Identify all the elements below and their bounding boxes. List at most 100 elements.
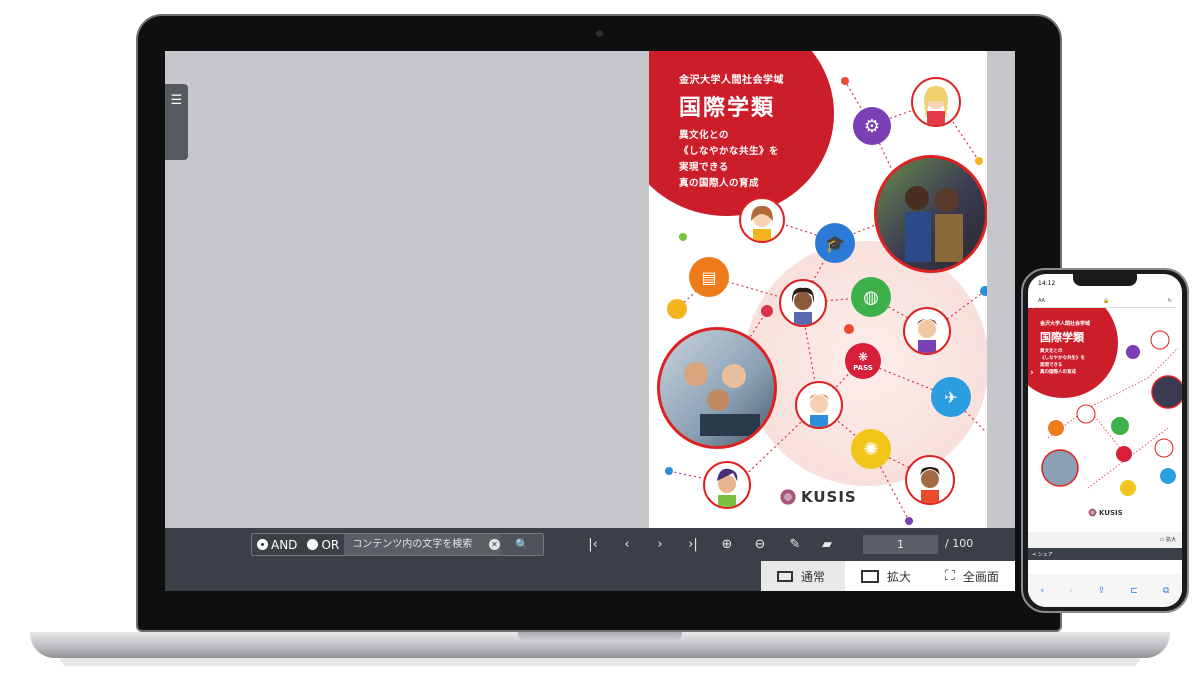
zoom-out-button[interactable]: ⊖ (750, 535, 770, 555)
brochure-page[interactable]: 金沢大学人間社会学域 国際学類 異文化との 《しなやかな共生》を 実現できる 真… (649, 51, 987, 528)
kusis-emblem-icon (779, 488, 797, 506)
pen-button[interactable]: ✎ (785, 535, 805, 555)
and-label: AND (271, 537, 298, 552)
lightbulb-icon: ✺ (851, 429, 891, 469)
avatar-man-curly (905, 455, 955, 505)
ebook-viewer: ☰ 金沢大学人間社会学域 国際学類 異文化との 《しなやかな共生》を 実現できる… (165, 51, 1015, 591)
bookmarks-icon[interactable]: ⊏ (1130, 586, 1138, 596)
prev-page-button[interactable]: ‹ (617, 535, 637, 555)
device-mockup: ☰ 金沢大学人間社会学域 国際学類 異文化との 《しなやかな共生》を 実現できる… (0, 0, 1200, 675)
or-radio-dot[interactable] (307, 539, 319, 550)
or-label: OR (321, 537, 340, 552)
kusis-logo-text: KUSIS (801, 488, 857, 506)
zoom-view-icon (861, 569, 879, 583)
phone-kusis-emblem-icon (1088, 508, 1097, 517)
avatar-man-purple-hair (703, 461, 751, 509)
normal-view-icon (777, 570, 793, 582)
avatar-boy-redhead (795, 381, 843, 429)
phone-viewer-toolbar: ▭ 拡大 (1028, 532, 1182, 548)
phone-department-title: 国際学類 (1040, 331, 1084, 344)
phone-next-arrow-icon[interactable]: › (1030, 368, 1034, 378)
tabs-icon[interactable]: ⧉ (1163, 586, 1169, 596)
gears-icon: ⚙ (853, 107, 891, 145)
and-radio[interactable]: AND (252, 534, 302, 555)
viewer-toolbar: AND OR 🔍 ✕ |‹ ‹ › ›| ⊕ ⊖ ✎ ▰ / 100 (165, 528, 1015, 561)
normal-view-button[interactable]: 通常 (761, 561, 845, 591)
fullscreen-label: 全画面 (962, 569, 999, 584)
share-icon: ⋖ (1032, 552, 1037, 558)
avatar-girl-brown (739, 197, 785, 243)
tagline: 異文化との 《しなやかな共生》を 実現できる 真の国際人の育成 (679, 128, 784, 192)
last-page-icon: ›| (688, 537, 698, 552)
phone-browser-nav: ‹ › ⇪ ⊏ ⧉ (1028, 574, 1182, 607)
zoom-view-label: 拡大 (887, 569, 912, 584)
laptop-notch (518, 632, 682, 642)
zoom-in-icon: ⊕ (721, 537, 733, 552)
forward-icon[interactable]: › (1069, 586, 1073, 596)
fullscreen-button[interactable]: ⛶ 全画面 (929, 561, 1015, 591)
search-input[interactable] (344, 534, 502, 555)
clear-search-icon[interactable]: ✕ (489, 539, 500, 550)
kusis-logo: KUSIS (779, 488, 857, 506)
zoom-out-icon: ⊖ (754, 537, 766, 552)
phone-brochure-page[interactable]: 金沢大学人間社会学域 国際学類 異文化との 《しなやかな共生》を 実現できる 真… (1028, 308, 1182, 506)
phone-university-name: 金沢大学人間社会学域 (1040, 321, 1091, 327)
phone-zoom-label: 拡大 (1165, 537, 1176, 543)
tagline-line-4: 真の国際人の育成 (679, 178, 760, 189)
phone-share-bar[interactable]: ⋖ シェア (1028, 548, 1182, 560)
search-group: AND OR 🔍 (251, 533, 545, 556)
eraser-button[interactable]: ▰ (817, 535, 837, 555)
passport-icon: ❋ PASS (845, 343, 881, 379)
phone-screen: 14:12 AA 🔒 ↻ 金沢大学人間社会学域 国際学類 異文化との 《しなやか… (1028, 274, 1182, 607)
books-icon: ▤ (689, 257, 729, 297)
search-button[interactable]: 🔍 (501, 534, 544, 555)
back-icon[interactable]: ‹ (1041, 586, 1045, 596)
pen-icon: ✎ (789, 537, 801, 552)
lock-icon: 🔒 (1103, 297, 1110, 304)
phone-status-bar: 14:12 (1028, 274, 1182, 290)
department-title: 国際学類 (679, 96, 776, 121)
page-total: / 100 (945, 537, 974, 550)
next-page-icon: › (657, 537, 663, 552)
page-number-input[interactable] (863, 535, 938, 554)
airplane-icon: ✈ (931, 377, 971, 417)
camera (596, 30, 603, 37)
phone-tagline-line-3: 実現できる (1040, 363, 1063, 368)
and-radio-dot[interactable] (257, 539, 268, 550)
reader-text-button[interactable]: AA (1038, 298, 1045, 304)
first-page-button[interactable]: |‹ (583, 535, 603, 555)
view-mode-bar: 通常 拡大 ⛶ 全画面 (165, 561, 1015, 591)
phone-tagline-line-4: 真の国際人の育成 (1040, 370, 1076, 375)
or-radio[interactable]: OR (302, 534, 344, 555)
phone-url-bar[interactable]: AA 🔒 ↻ (1034, 294, 1176, 308)
list-icon: ☰ (170, 93, 183, 108)
students-photo-1 (874, 155, 987, 273)
prev-page-icon: ‹ (624, 537, 630, 552)
phone-time: 14:12 (1038, 280, 1056, 287)
university-name: 金沢大学人間社会学域 (679, 75, 784, 86)
avatar-man-short (903, 307, 951, 355)
phone-tagline-line-2: 《しなやかな共生》を (1040, 356, 1085, 361)
first-page-icon: |‹ (588, 537, 598, 552)
share-sheet-icon[interactable]: ⇪ (1098, 586, 1106, 596)
brochure-header: 金沢大学人間社会学域 国際学類 異文化との 《しなやかな共生》を 実現できる 真… (679, 71, 784, 192)
sidebar-toggle-button[interactable]: ☰ (165, 84, 188, 160)
globe-icon: ◍ (851, 277, 891, 317)
phone-kusis-logo: KUSIS (1088, 508, 1123, 517)
reload-icon[interactable]: ↻ (1168, 298, 1172, 304)
graduation-cap-icon: 🎓 (815, 223, 855, 263)
last-page-button[interactable]: ›| (683, 535, 703, 555)
zoom-view-button[interactable]: 拡大 (845, 561, 929, 591)
zoom-in-button[interactable]: ⊕ (717, 535, 737, 555)
students-photo-2 (657, 327, 777, 449)
phone-share-label: シェア (1037, 552, 1053, 558)
emblem-icon: ❋ (857, 350, 869, 364)
phone-zoom-button[interactable]: ▭ 拡大 (1160, 536, 1176, 543)
next-page-button[interactable]: › (650, 535, 670, 555)
phone-brochure-header: 金沢大学人間社会学域 国際学類 異文化との 《しなやかな共生》を 実現できる 真… (1040, 320, 1090, 376)
avatar-girl-blonde (911, 77, 961, 127)
phone-kusis-logo-text: KUSIS (1099, 508, 1123, 517)
eraser-icon: ▰ (822, 537, 832, 552)
fullscreen-icon: ⛶ (945, 568, 955, 584)
phone-tagline: 異文化との 《しなやかな共生》を 実現できる 真の国際人の育成 (1040, 348, 1090, 376)
